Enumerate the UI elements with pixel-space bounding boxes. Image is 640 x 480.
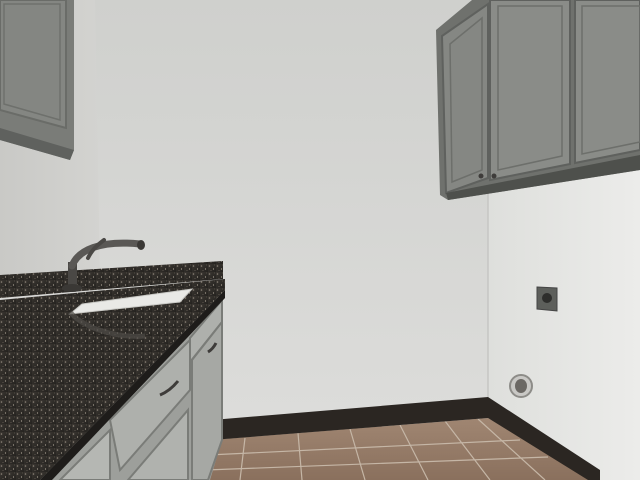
dryer-vent	[509, 374, 533, 398]
cabinet-knob-1	[478, 173, 484, 179]
cabinet-door-3[interactable]	[574, 0, 640, 165]
upper-cabinet-left	[0, 0, 74, 160]
cabinet-knob-2	[491, 173, 497, 179]
upper-cabinets-right	[436, 0, 640, 200]
dryer-outlet	[536, 286, 558, 312]
laundry-room-photo	[0, 0, 640, 480]
cabinet-door-2[interactable]	[489, 0, 571, 182]
